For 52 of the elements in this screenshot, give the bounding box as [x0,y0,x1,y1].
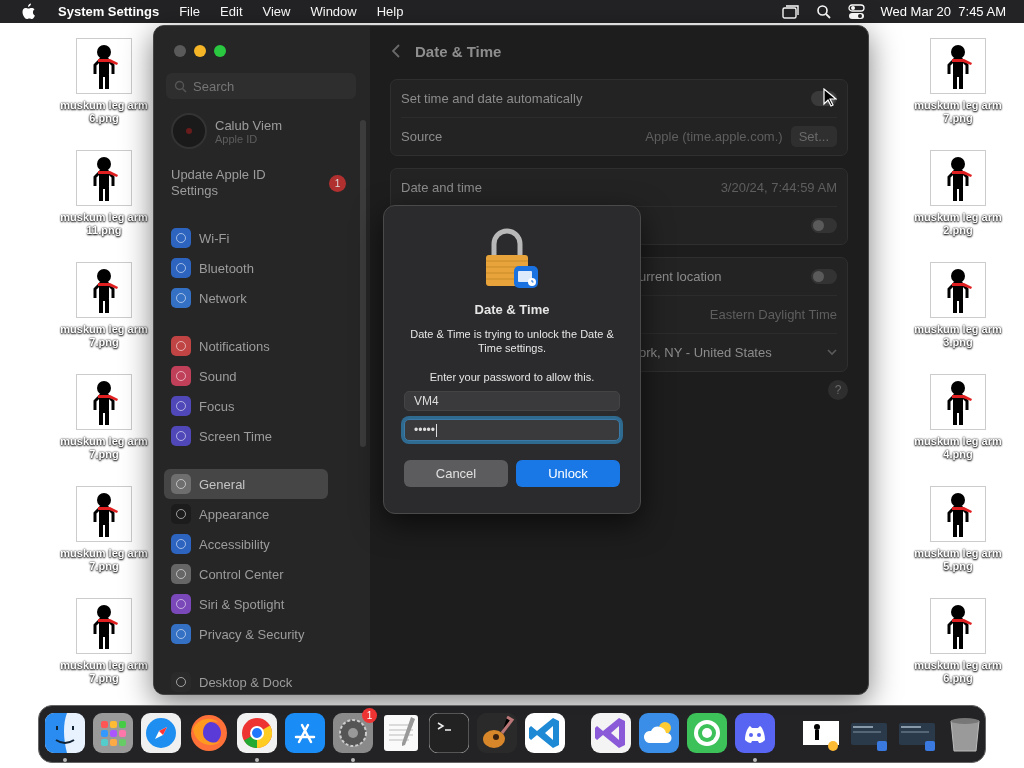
sidebar-item[interactable]: Privacy & Security [164,619,328,649]
cancel-button[interactable]: Cancel [404,460,508,487]
menu-item[interactable]: Help [376,4,404,19]
sidebar-item[interactable]: Wi-Fi [164,223,328,253]
file-name[interactable]: muskum leg arm 2.png [906,211,1010,237]
file-name[interactable]: muskum leg arm 7.png [52,323,156,349]
notification-badge: 1 [362,708,377,723]
sidebar-item[interactable]: General [164,469,328,499]
file-name[interactable]: muskum leg arm 5.png [906,547,1010,573]
file-name[interactable]: muskum leg arm 3.png [906,323,1010,349]
file-name[interactable]: muskum leg arm 6.png [52,99,156,125]
setting-value: Eastern Daylight Time [709,307,837,322]
app-menu[interactable]: System Settings [58,4,160,19]
file-name[interactable]: muskum leg arm 7.png [906,99,1010,125]
sidebar-item[interactable]: Desktop & Dock [164,667,328,694]
notification-badge: 1 [329,174,346,192]
sidebar-item[interactable]: Focus [164,391,328,421]
sidebar-item[interactable]: Screen Time [164,421,328,451]
file-name[interactable]: muskum leg arm 6.png [906,659,1010,685]
sidebar-item[interactable]: Sound [164,361,328,391]
sidebar-item[interactable]: Appearance [164,499,328,529]
account-name[interactable]: Calub Viem [215,117,282,133]
menu-bar-clock[interactable]: Wed Mar 20 7:45 AM [880,4,1006,19]
menu-item[interactable]: View [262,4,291,19]
dialog-title: Date & Time [474,302,550,317]
setting-value: Apple (time.apple.com.) [645,129,783,144]
sidebar-item[interactable]: Bluetooth [164,253,328,283]
dialog-prompt: Enter your password to allow this. [429,371,595,383]
file-name[interactable]: muskum leg arm 4.png [906,435,1010,461]
dialog-message: Date & Time is trying to unlock the Date & Time settings. [409,327,615,355]
page-title: Date & Time [415,42,502,60]
setting-label: Set time and date automatically [401,91,583,106]
sidebar-item[interactable]: Network [164,283,328,313]
sidebar-item[interactable]: Siri & Spotlight [164,589,328,619]
search-field[interactable]: Search [166,73,356,99]
menu-item[interactable]: Window [310,4,357,19]
username-field[interactable]: VM4 [404,391,620,411]
setting-label: Date and time [401,180,482,195]
sidebar-item[interactable]: Update Apple ID Settings [171,167,291,199]
setting-value: 3/20/24, 7:44:59 AM [720,180,837,195]
setting-label: Source [401,129,443,144]
menu-item[interactable]: Edit [220,4,243,19]
file-name[interactable]: muskum leg arm 7.png [52,547,156,573]
file-name[interactable]: muskum leg arm 7.png [52,659,156,685]
sidebar-item[interactable]: Notifications [164,331,328,361]
file-name[interactable]: muskum leg arm 7.png [52,435,156,461]
menu-item[interactable]: File [179,4,201,19]
file-name[interactable]: muskum leg arm 11.png [52,211,156,237]
password-field[interactable]: ••••• [404,419,620,441]
unlock-button[interactable]: Unlock [516,460,620,487]
sidebar-item[interactable]: Control Center [164,559,328,589]
sidebar-item[interactable]: Accessibility [164,529,328,559]
